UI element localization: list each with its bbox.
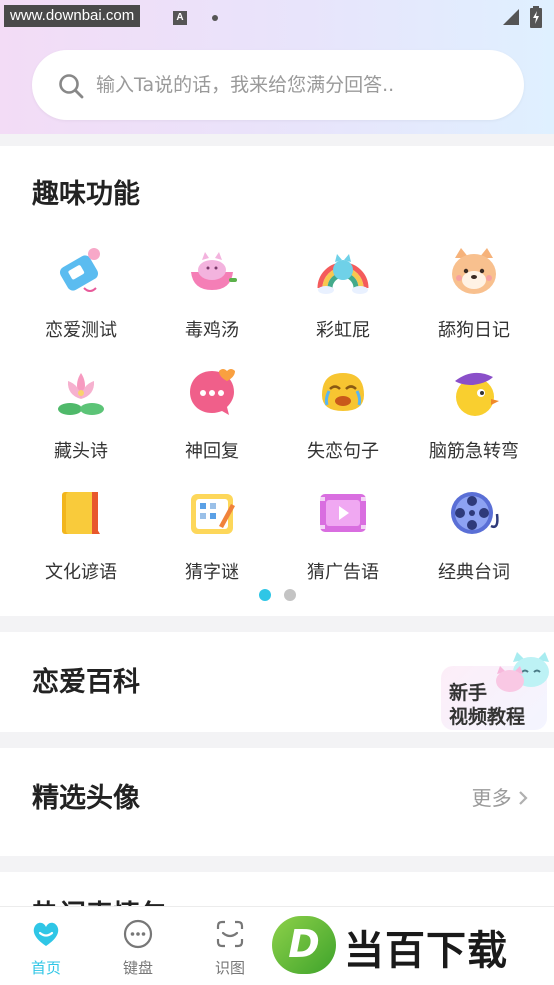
video-ad-icon	[320, 494, 366, 532]
logo-letter: D	[288, 922, 320, 966]
feature-label: 猜字谜	[185, 562, 239, 583]
status-dot-icon	[212, 15, 218, 21]
chevron-right-icon	[519, 791, 528, 805]
more-label: 更多	[471, 786, 512, 810]
feature-love-test[interactable]: 恋爱测试	[16, 244, 146, 354]
section-title-love: 恋爱百科	[32, 667, 140, 698]
lotus-poem-icon	[58, 373, 104, 415]
feature-label: 恋爱测试	[45, 320, 117, 341]
feature-reply[interactable]: 神回复	[147, 365, 277, 475]
more-link[interactable]: 更多	[472, 782, 528, 811]
feature-label: 毒鸡汤	[185, 320, 239, 341]
tab-label: 首页	[30, 959, 61, 977]
feature-proverbs[interactable]: 文化谚语	[16, 486, 146, 596]
pink-cat-icon	[496, 666, 524, 692]
feature-label: 猜广告语	[307, 562, 379, 583]
feature-classic-lines[interactable]: 经典台词	[409, 486, 539, 596]
dog-diary-icon	[452, 248, 496, 294]
tab-label: 识图	[214, 959, 245, 977]
watermark-url: www.downbai.com	[4, 5, 141, 27]
keyboard-icon	[123, 919, 153, 949]
brain-teaser-icon	[455, 372, 499, 416]
feature-label: 彩虹屁	[316, 320, 370, 341]
word-puzzle-icon	[191, 494, 235, 534]
scan-icon	[216, 920, 244, 948]
feature-label: 经典台词	[438, 562, 510, 583]
tab-label: 键盘	[122, 959, 153, 977]
film-reel-icon	[451, 492, 499, 534]
crying-face-icon	[322, 373, 364, 411]
tab-image-recognition[interactable]: 识图	[190, 907, 270, 985]
book-icon	[62, 492, 100, 534]
poison-soup-icon	[191, 252, 237, 290]
status-bar: www.downbai.com A	[0, 0, 554, 34]
section-title-next: 热门表情包	[32, 893, 167, 906]
feature-ad-slogan[interactable]: 猜广告语	[278, 486, 408, 596]
reply-bubble-icon	[190, 369, 235, 415]
feature-dog-diary[interactable]: 舔狗日记	[409, 244, 539, 354]
status-a-badge: A	[173, 11, 187, 25]
tab-home[interactable]: 首页	[6, 907, 86, 985]
section-title-avatars: 精选头像	[32, 783, 140, 814]
search-input[interactable]: 输入Ta说的话，我来给您满分回答..	[32, 50, 524, 120]
feature-label: 文化谚语	[45, 562, 117, 583]
love-test-icon	[59, 248, 100, 292]
search-icon	[59, 74, 84, 99]
logo-text: 当百下载	[344, 928, 508, 974]
feature-rainbow[interactable]: 彩虹屁	[278, 244, 408, 354]
promo-line-2: 视频教程	[449, 706, 526, 728]
feature-label: 舔狗日记	[438, 320, 510, 341]
feature-label: 脑筋急转弯	[429, 441, 519, 462]
signal-icon	[503, 9, 519, 25]
feature-brain-teaser[interactable]: 脑筋急转弯	[409, 365, 539, 475]
pager-dot-active[interactable]	[259, 589, 271, 601]
feature-word-puzzle[interactable]: 猜字谜	[147, 486, 277, 596]
logo-badge: D	[272, 916, 336, 974]
battery-icon	[530, 6, 542, 28]
feature-heartbreak[interactable]: 失恋句子	[278, 365, 408, 475]
tab-keyboard[interactable]: 键盘	[98, 907, 178, 985]
feature-poison-soup[interactable]: 毒鸡汤	[147, 244, 277, 354]
section-title-fun: 趣味功能	[32, 179, 140, 210]
rainbow-icon	[317, 254, 369, 294]
watermark-logo: D 当百下载	[272, 914, 554, 976]
pager-dot[interactable]	[284, 589, 296, 601]
video-tutorial-button[interactable]: 新手 视频教程	[441, 650, 550, 732]
feature-label: 神回复	[185, 441, 239, 462]
feature-label: 失恋句子	[307, 441, 379, 462]
feature-lotus-poem[interactable]: 藏头诗	[16, 365, 146, 475]
feature-label: 藏头诗	[54, 441, 108, 462]
promo-line-1: 新手	[449, 682, 488, 704]
search-placeholder: 输入Ta说的话，我来给您满分回答..	[96, 74, 395, 96]
heart-icon	[33, 922, 59, 946]
